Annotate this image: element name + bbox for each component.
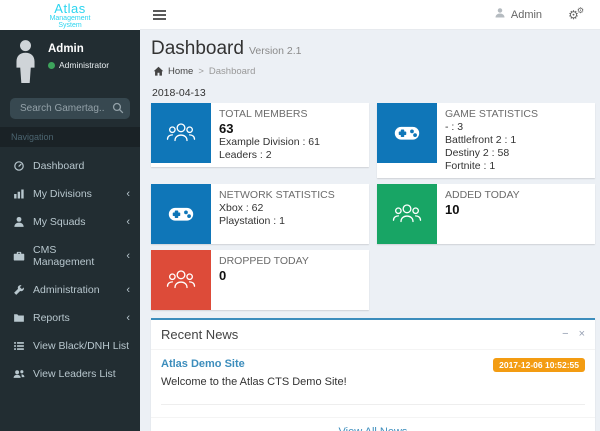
stat-line: Destiny 2 : 58 [445,147,538,160]
breadcrumb-current: Dashboard [209,66,255,77]
stat-card-total-members: TOTAL MEMBERS 63 Example Division : 61 L… [151,103,369,167]
stats-grid: TOTAL MEMBERS 63 Example Division : 61 L… [151,103,595,431]
sidebar-item-label: My Squads [33,216,86,228]
settings-menu[interactable]: ⚙⚙ [554,0,600,29]
app-window: Atlas Management System Admin ⚙⚙ [0,0,600,431]
breadcrumb-home[interactable]: Home [153,66,193,77]
stat-line: Example Division : 61 [219,136,320,149]
stat-value: 10 [445,202,520,217]
group-icon [377,184,437,244]
navbar: Admin ⚙⚙ [140,0,600,30]
stat-card-added-today: ADDED TODAY 10 [377,184,595,244]
group-icon [151,103,211,163]
top-bar: Atlas Management System Admin ⚙⚙ [0,0,600,30]
folder-icon [13,312,25,324]
gamepad-icon [377,103,437,163]
bar-chart-icon [13,188,25,200]
breadcrumb: Home > Dashboard [153,66,595,77]
sidebar-item-view-leaders-list[interactable]: View Leaders List [0,360,140,388]
logo-line3: System [0,22,140,29]
search-icon[interactable] [112,102,124,117]
chevron-left-icon [126,251,130,262]
sidebar-item-label: Dashboard [33,160,84,172]
user-role-label: Administrator [59,60,109,70]
sidebar-item-label: View Leaders List [33,368,116,380]
breadcrumb-separator: > [198,66,204,77]
stat-line: Playstation : 1 [219,215,335,228]
sidebar: Admin Administrator Navigation Dashboar [0,30,140,431]
sidebar-item-reports[interactable]: Reports [0,304,140,332]
avatar [12,39,39,86]
sidebar-search [10,98,130,119]
sidebar-item-view-black-dnh-list[interactable]: View Black/DNH List [0,332,140,360]
news-timestamp-badge: 2017-12-06 10:52:55 [493,358,585,372]
sidebar-item-label: Administration [33,284,100,296]
stat-card-dropped-today: DROPPED TODAY 0 [151,250,369,310]
sidebar-item-administration[interactable]: Administration [0,276,140,304]
online-status-dot [48,62,55,69]
logo[interactable]: Atlas Management System [0,0,140,30]
minimize-icon[interactable]: − [562,329,568,340]
stat-title: DROPPED TODAY [219,255,309,268]
user-menu[interactable]: Admin [482,0,554,29]
chevron-left-icon [126,189,130,200]
hamburger-menu-icon[interactable] [140,0,178,29]
group-icon [151,250,211,310]
stat-title: TOTAL MEMBERS [219,108,320,121]
page-version: Version 2.1 [249,45,302,57]
news-item-title[interactable]: Atlas Demo Site [161,358,245,370]
sidebar-item-label: Reports [33,312,70,324]
user-icon [13,216,25,228]
sidebar-user-panel: Admin Administrator [0,30,140,92]
briefcase-icon [13,250,25,262]
content-area: Dashboard Version 2.1 Home > Dashboard 20… [140,30,600,431]
logo-line2: Management [0,15,140,22]
chevron-left-icon [126,217,130,228]
sidebar-item-cms-management[interactable]: CMS Management [0,236,140,276]
page-title: Dashboard [151,38,244,59]
sidebar-item-my-squads[interactable]: My Squads [0,208,140,236]
stat-card-network-statistics: NETWORK STATISTICS Xbox : 62 Playstation… [151,184,369,244]
users-icon [13,368,25,380]
stat-line: - : 3 [445,121,538,134]
close-icon[interactable]: × [579,329,585,340]
stat-value: 0 [219,268,309,283]
user-menu-label: Admin [511,9,542,21]
user-icon [494,7,506,22]
chevron-left-icon [126,285,130,296]
date-label: 2018-04-13 [152,87,595,99]
sidebar-item-dashboard[interactable]: Dashboard [0,152,140,180]
nav-section-header: Navigation [0,127,140,147]
sidebar-nav: Dashboard My Divisions My Squads CMS Man… [0,147,140,388]
sidebar-item-my-divisions[interactable]: My Divisions [0,180,140,208]
recent-news-panel: Recent News − × Atlas Demo Site 2017-12-… [151,318,595,431]
stat-card-game-statistics: GAME STATISTICS - : 3 Battlefront 2 : 1 … [377,103,595,178]
logo-name: Atlas [0,2,140,15]
wrench-icon [13,284,25,296]
cog-small-icon: ⚙ [577,6,584,15]
stat-line: Xbox : 62 [219,202,335,215]
stat-title: NETWORK STATISTICS [219,189,335,202]
list-icon [13,340,25,352]
panel-title: Recent News [161,327,238,342]
sidebar-item-label: My Divisions [33,188,92,200]
stat-title: ADDED TODAY [445,189,520,202]
news-item-body: Welcome to the Atlas CTS Demo Site! [161,376,585,388]
chevron-left-icon [126,313,130,324]
divider [161,404,585,405]
home-icon [153,66,164,77]
user-status: Administrator [48,60,109,70]
sidebar-item-label: CMS Management [33,244,118,268]
dashboard-icon [13,160,25,172]
sidebar-user-name: Admin [48,43,109,55]
stat-title: GAME STATISTICS [445,108,538,121]
stat-line: Battlefront 2 : 1 [445,134,538,147]
view-all-news-link[interactable]: View All News [339,426,408,431]
gamepad-icon [151,184,211,244]
stat-value: 63 [219,121,320,136]
stat-line: Fortnite : 1 [445,160,538,173]
sidebar-item-label: View Black/DNH List [33,340,129,352]
stat-line: Leaders : 2 [219,149,320,162]
